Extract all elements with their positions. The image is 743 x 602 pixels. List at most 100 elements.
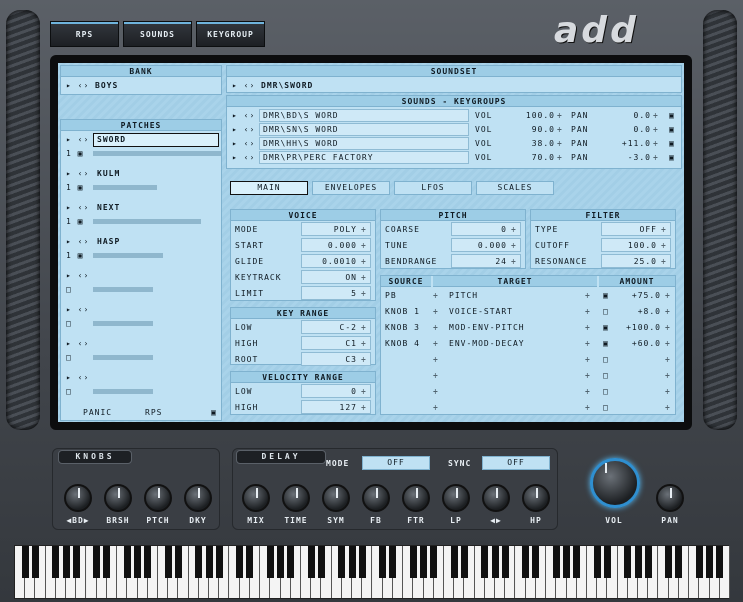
patch-checkbox[interactable]: □ bbox=[66, 352, 72, 363]
macro-knob[interactable] bbox=[184, 484, 212, 512]
black-key[interactable] bbox=[31, 546, 39, 578]
voice-param-spinner[interactable]: ÷ bbox=[361, 240, 367, 251]
black-key[interactable] bbox=[624, 546, 632, 578]
patch-arrows[interactable]: ▸ ‹› bbox=[66, 134, 89, 145]
pitch-param-spinner[interactable]: ÷ bbox=[511, 256, 517, 267]
sound-checkbox[interactable]: ▣ bbox=[669, 124, 675, 135]
sound-pan-spinner[interactable]: ÷ bbox=[653, 124, 659, 135]
mod-target-spinner[interactable]: ÷ bbox=[585, 290, 591, 301]
delay-mode-dropdown[interactable]: OFF bbox=[362, 456, 430, 470]
keyrange-param-spinner[interactable]: ÷ bbox=[361, 322, 367, 333]
mod-source-spinner[interactable]: ÷ bbox=[433, 338, 439, 349]
sound-pan-value[interactable]: 0.0 bbox=[599, 110, 651, 121]
bank-value[interactable]: BOYS bbox=[95, 80, 118, 91]
mod-amount-spinner[interactable]: ÷ bbox=[665, 370, 671, 381]
macro-knob[interactable] bbox=[144, 484, 172, 512]
black-key[interactable] bbox=[522, 546, 530, 578]
voice-param-value[interactable]: 0.0010 bbox=[303, 256, 357, 267]
mod-source-spinner[interactable]: ÷ bbox=[433, 322, 439, 333]
mod-amount[interactable]: +100.0 bbox=[613, 322, 661, 333]
black-key[interactable] bbox=[481, 546, 489, 578]
mod-source-spinner[interactable]: ÷ bbox=[433, 386, 439, 397]
sound-name[interactable]: DMR\BD\S WORD bbox=[263, 110, 339, 121]
mod-target-spinner[interactable]: ÷ bbox=[585, 306, 591, 317]
patch-arrows[interactable]: ▸ ‹› bbox=[66, 304, 89, 315]
sound-name[interactable]: DMR\SN\S WORD bbox=[263, 124, 339, 135]
black-key[interactable] bbox=[491, 546, 499, 578]
bank-arrows[interactable]: ▸ ‹› bbox=[66, 80, 89, 91]
patch-checkbox[interactable]: □ bbox=[66, 386, 72, 397]
mod-source-spinner[interactable]: ÷ bbox=[433, 306, 439, 317]
black-key[interactable] bbox=[644, 546, 652, 578]
mod-amount-spinner[interactable]: ÷ bbox=[665, 338, 671, 349]
sound-checkbox[interactable]: ▣ bbox=[669, 152, 675, 163]
velrange-param-spinner[interactable]: ÷ bbox=[361, 386, 367, 397]
delay-knob[interactable] bbox=[442, 484, 470, 512]
black-key[interactable] bbox=[123, 546, 131, 578]
patch-name[interactable]: SWORD bbox=[97, 134, 126, 145]
sound-vol-spinner[interactable]: ÷ bbox=[557, 124, 563, 135]
subtab-lfos[interactable]: LFOS bbox=[394, 181, 472, 195]
patch-arrows[interactable]: ▸ ‹› bbox=[66, 236, 89, 247]
black-key[interactable] bbox=[266, 546, 274, 578]
mod-checkbox[interactable]: □ bbox=[603, 354, 609, 365]
filter-param-value[interactable]: 25.0 bbox=[603, 256, 657, 267]
black-key[interactable] bbox=[706, 546, 714, 578]
black-key[interactable] bbox=[716, 546, 724, 578]
sound-vol-spinner[interactable]: ÷ bbox=[557, 110, 563, 121]
patch-number[interactable]: 1 ▣ bbox=[66, 148, 83, 159]
sound-checkbox[interactable]: ▣ bbox=[669, 110, 675, 121]
patch-arrows[interactable]: ▸ ‹› bbox=[66, 168, 89, 179]
black-key[interactable] bbox=[348, 546, 356, 578]
voice-param-value[interactable]: 0.000 bbox=[303, 240, 357, 251]
sound-checkbox[interactable]: ▣ bbox=[669, 138, 675, 149]
patch-arrows[interactable]: ▸ ‹› bbox=[66, 270, 89, 281]
patch-arrows[interactable]: ▸ ‹› bbox=[66, 202, 89, 213]
pitch-param-value[interactable]: 0.000 bbox=[453, 240, 507, 251]
patch-number[interactable]: 1 ▣ bbox=[66, 250, 83, 261]
mod-target[interactable]: VOICE-START bbox=[449, 306, 579, 317]
sound-vol-value[interactable]: 70.0 bbox=[503, 152, 555, 163]
black-key[interactable] bbox=[501, 546, 509, 578]
mod-checkbox[interactable]: ▣ bbox=[603, 322, 609, 333]
voice-param-spinner[interactable]: ÷ bbox=[361, 224, 367, 235]
filter-param-value[interactable]: 100.0 bbox=[603, 240, 657, 251]
black-key[interactable] bbox=[144, 546, 152, 578]
keyrange-param-spinner[interactable]: ÷ bbox=[361, 354, 367, 365]
mod-checkbox[interactable]: □ bbox=[603, 402, 609, 413]
patch-arrows[interactable]: ▸ ‹› bbox=[66, 338, 89, 349]
filter-param-spinner[interactable]: ÷ bbox=[661, 224, 667, 235]
delay-knob[interactable] bbox=[282, 484, 310, 512]
mod-amount[interactable]: +60.0 bbox=[613, 338, 661, 349]
voice-param-value[interactable]: POLY bbox=[303, 224, 357, 235]
mod-checkbox[interactable]: □ bbox=[603, 370, 609, 381]
black-key[interactable] bbox=[72, 546, 80, 578]
sound-vol-spinner[interactable]: ÷ bbox=[557, 138, 563, 149]
patch-name[interactable]: KULM bbox=[97, 168, 120, 179]
black-key[interactable] bbox=[246, 546, 254, 578]
black-key[interactable] bbox=[338, 546, 346, 578]
mod-target[interactable]: ENV-MOD-DECAY bbox=[449, 338, 579, 349]
subtab-scales[interactable]: SCALES bbox=[476, 181, 554, 195]
keyrange-param-value[interactable]: C1 bbox=[303, 338, 357, 349]
black-key[interactable] bbox=[389, 546, 397, 578]
black-key[interactable] bbox=[205, 546, 213, 578]
mod-target[interactable]: PITCH bbox=[449, 290, 579, 301]
delay-knob[interactable] bbox=[402, 484, 430, 512]
mod-source-spinner[interactable]: ÷ bbox=[433, 402, 439, 413]
black-key[interactable] bbox=[430, 546, 438, 578]
black-key[interactable] bbox=[420, 546, 428, 578]
mod-checkbox[interactable]: ▣ bbox=[603, 290, 609, 301]
mod-amount[interactable]: +8.0 bbox=[613, 306, 661, 317]
mod-amount-spinner[interactable]: ÷ bbox=[665, 290, 671, 301]
macro-knob[interactable] bbox=[104, 484, 132, 512]
sound-arrows[interactable]: ▸ ‹› bbox=[232, 152, 255, 163]
black-key[interactable] bbox=[634, 546, 642, 578]
black-key[interactable] bbox=[195, 546, 203, 578]
mod-source[interactable]: KNOB 3 bbox=[385, 322, 427, 333]
pan-knob[interactable] bbox=[656, 484, 684, 512]
delay-knob[interactable] bbox=[362, 484, 390, 512]
soundset-arrows[interactable]: ▸ ‹› bbox=[232, 80, 255, 91]
mod-source-spinner[interactable]: ÷ bbox=[433, 354, 439, 365]
mod-source[interactable]: KNOB 1 bbox=[385, 306, 427, 317]
